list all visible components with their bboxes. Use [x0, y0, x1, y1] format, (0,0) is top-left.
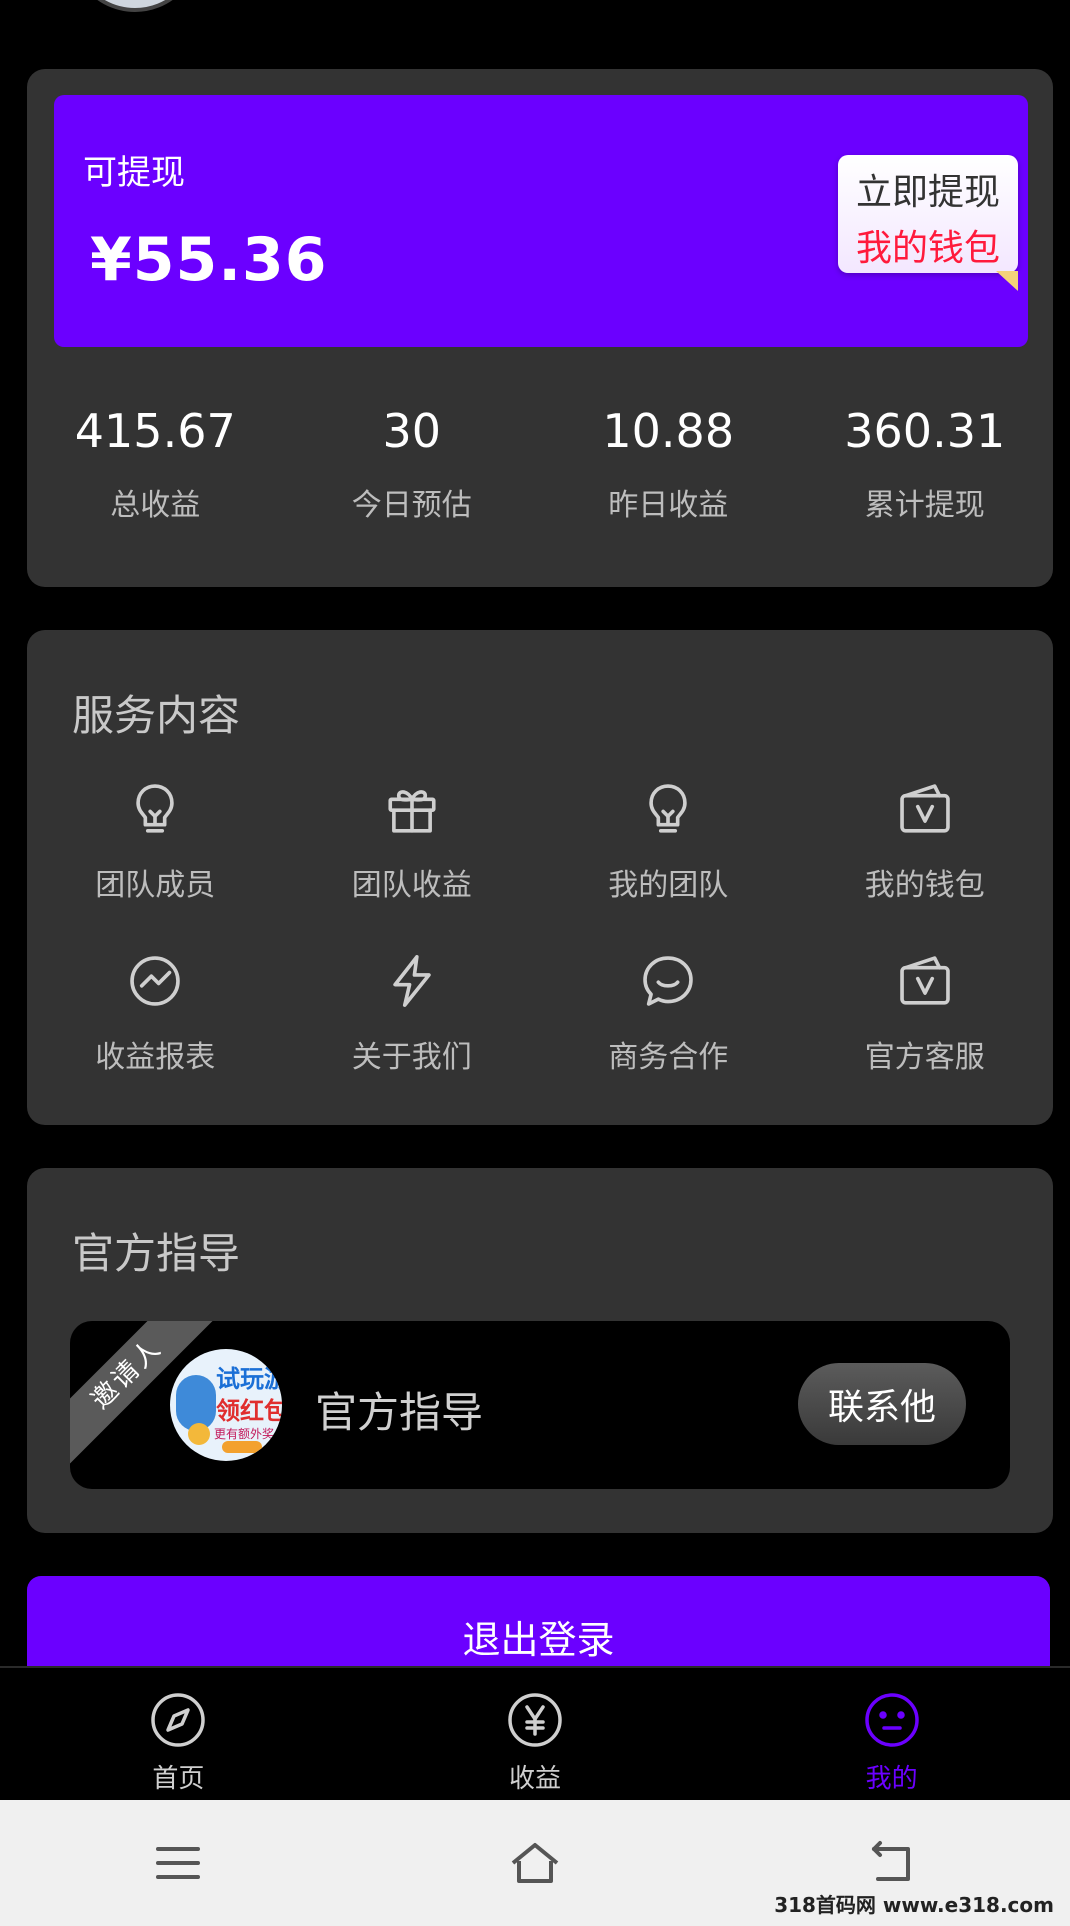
service-official-support[interactable]: 官方客服 [797, 952, 1054, 1080]
service-label: 团队成员 [95, 868, 216, 903]
tab-mine[interactable]: 我的 [713, 1668, 1070, 1800]
service-my-team[interactable]: 我的团队 [540, 780, 797, 908]
services-title: 服务内容 [72, 691, 241, 740]
guide-title: 官方指导 [72, 1229, 241, 1278]
face-icon [862, 1690, 922, 1750]
wallet-card: 可提现 ¥55.36 立即提现 我的钱包 415.67 总收益 30 今日预估 … [27, 69, 1053, 587]
service-label: 收益报表 [95, 1040, 216, 1075]
avatar-text: 试玩游 [216, 1365, 282, 1393]
bulb-icon [126, 780, 184, 838]
avatar-text: 领红包 [216, 1397, 282, 1425]
inviter-name: 官方指导 [315, 1388, 484, 1437]
lightning-icon [383, 952, 441, 1010]
stat-label: 昨日收益 [608, 488, 729, 523]
bottom-tab-bar: 首页 收益 我的 [0, 1666, 1070, 1800]
stat-label: 总收益 [110, 488, 201, 523]
tab-home[interactable]: 首页 [0, 1668, 357, 1800]
inviter-row: 邀请人 试玩游 领红包 更有额外奖 官方指导 联系他 [70, 1321, 1010, 1489]
wallet-icon [896, 780, 954, 838]
services-card: 服务内容 团队成员 团队收益 我的团队 我的钱包 收益报表 关于我们 商务合作 … [27, 630, 1053, 1125]
user-avatar[interactable] [70, 0, 200, 12]
tab-earnings[interactable]: 收益 [357, 1668, 714, 1800]
service-grid: 团队成员 团队收益 我的团队 我的钱包 收益报表 关于我们 商务合作 官方客服 [27, 780, 1053, 1080]
avatar-button-graphic [222, 1441, 262, 1453]
menu-icon [156, 1847, 201, 1879]
tab-label: 收益 [509, 1764, 562, 1794]
stat-total-withdrawn: 360.31 累计提现 [797, 404, 1054, 554]
balance-amount: ¥55.36 [90, 225, 328, 295]
avatar-text: 更有额外奖 [214, 1427, 275, 1441]
service-my-wallet[interactable]: 我的钱包 [797, 780, 1054, 908]
service-label: 官方客服 [864, 1040, 985, 1075]
contact-button[interactable]: 联系他 [798, 1363, 966, 1445]
my-wallet-label: 我的钱包 [855, 228, 1000, 269]
service-team-earnings[interactable]: 团队收益 [284, 780, 541, 908]
stat-today-estimate: 30 今日预估 [284, 404, 541, 554]
stat-value: 10.88 [602, 404, 735, 458]
gift-icon [383, 780, 441, 838]
service-label: 我的钱包 [864, 868, 985, 903]
stat-value: 415.67 [74, 404, 236, 458]
inviter-avatar: 试玩游 领红包 更有额外奖 [170, 1349, 282, 1461]
menu-nav-button[interactable] [133, 1818, 223, 1908]
system-nav-bar: 318首码网 www.e318.com [0, 1800, 1070, 1926]
service-earnings-report[interactable]: 收益报表 [27, 952, 284, 1080]
official-guide-card: 官方指导 邀请人 试玩游 领红包 更有额外奖 官方指导 联系他 [27, 1168, 1053, 1533]
yen-icon [505, 1690, 565, 1750]
chat-icon [639, 952, 697, 1010]
service-label: 商务合作 [608, 1040, 729, 1075]
bulb-icon [639, 780, 697, 838]
service-label: 关于我们 [351, 1040, 472, 1075]
home-icon [511, 1843, 559, 1883]
coin-icon [188, 1423, 210, 1445]
stat-value: 30 [382, 404, 442, 458]
withdraw-now-label: 立即提现 [855, 172, 1000, 213]
compass-icon [148, 1690, 208, 1750]
withdraw-button[interactable]: 立即提现 我的钱包 [838, 155, 1018, 291]
tab-label: 我的 [865, 1764, 918, 1794]
stat-value: 360.31 [844, 404, 1006, 458]
chart-icon [126, 952, 184, 1010]
tab-label: 首页 [152, 1764, 205, 1794]
earnings-stats: 415.67 总收益 30 今日预估 10.88 昨日收益 360.31 累计提… [27, 404, 1053, 554]
profile-page: 可提现 ¥55.36 立即提现 我的钱包 415.67 总收益 30 今日预估 … [0, 0, 1070, 1926]
wallet-icon [896, 952, 954, 1010]
stat-label: 累计提现 [864, 488, 985, 523]
balance-label: 可提现 [83, 153, 185, 193]
service-business-cooperation[interactable]: 商务合作 [540, 952, 797, 1080]
home-nav-button[interactable] [490, 1818, 580, 1908]
stat-yesterday-earnings: 10.88 昨日收益 [540, 404, 797, 554]
badge-tail [996, 271, 1018, 291]
service-about-us[interactable]: 关于我们 [284, 952, 541, 1080]
back-icon [871, 1841, 910, 1881]
service-label: 团队收益 [351, 868, 472, 903]
service-team-members[interactable]: 团队成员 [27, 780, 284, 908]
stat-label: 今日预估 [351, 488, 472, 523]
stat-total-earnings: 415.67 总收益 [27, 404, 284, 554]
service-label: 我的团队 [608, 868, 729, 903]
watermark: 318首码网 www.e318.com [774, 1893, 1054, 1917]
balance-box: 可提现 ¥55.36 立即提现 我的钱包 [54, 95, 1028, 347]
